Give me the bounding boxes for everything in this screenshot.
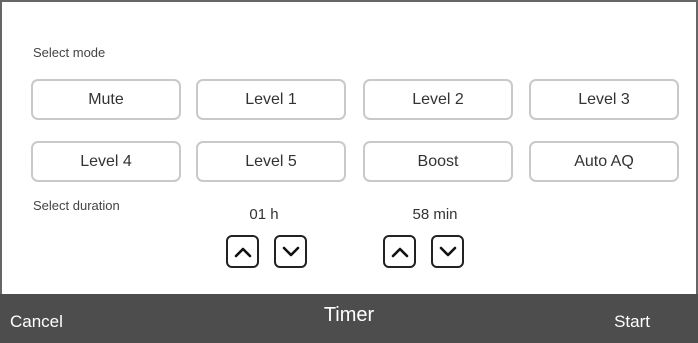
chevron-down-icon bbox=[282, 246, 299, 256]
mode-button-level-4[interactable]: Level 4 bbox=[31, 141, 181, 182]
start-button[interactable]: Start bbox=[614, 312, 650, 332]
minutes-decrease-button[interactable] bbox=[431, 235, 464, 268]
mode-button-boost[interactable]: Boost bbox=[363, 141, 513, 182]
chevron-up-icon bbox=[234, 247, 251, 257]
dialog-title: Timer bbox=[323, 304, 375, 326]
footer-bar: Cancel Timer Start bbox=[0, 294, 698, 343]
hours-decrease-button[interactable] bbox=[274, 235, 307, 268]
timer-dialog: Select mode Mute Level 1 Level 2 Level 3… bbox=[0, 0, 698, 343]
mode-button-level-3[interactable]: Level 3 bbox=[529, 79, 679, 120]
mode-button-level-5[interactable]: Level 5 bbox=[196, 141, 346, 182]
hours-value: 01 h bbox=[249, 206, 279, 223]
hours-increase-button[interactable] bbox=[226, 235, 259, 268]
mode-button-auto-aq[interactable]: Auto AQ bbox=[529, 141, 679, 182]
select-mode-label: Select mode bbox=[33, 45, 106, 60]
mode-button-level-2[interactable]: Level 2 bbox=[363, 79, 513, 120]
mode-button-mute[interactable]: Mute bbox=[31, 79, 181, 120]
chevron-up-icon bbox=[391, 247, 408, 257]
select-duration-label: Select duration bbox=[33, 198, 120, 213]
minutes-increase-button[interactable] bbox=[383, 235, 416, 268]
chevron-down-icon bbox=[439, 246, 456, 256]
minutes-value: 58 min bbox=[412, 206, 458, 223]
mode-button-level-1[interactable]: Level 1 bbox=[196, 79, 346, 120]
